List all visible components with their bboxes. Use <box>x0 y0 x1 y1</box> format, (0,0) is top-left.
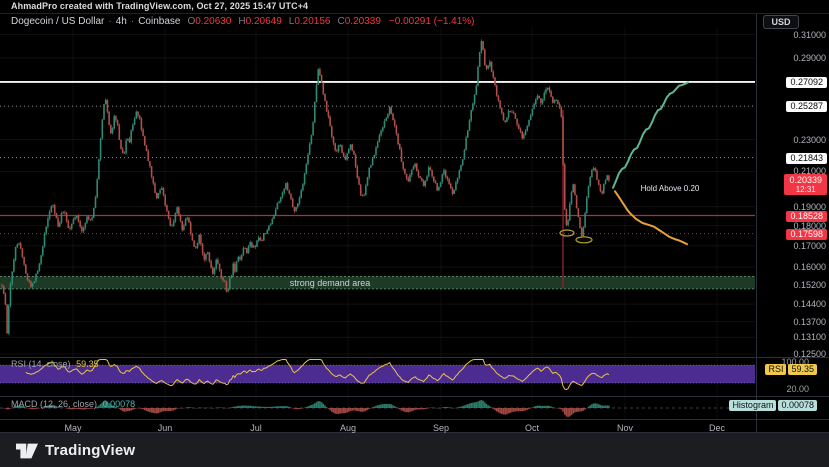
tradingview-logo[interactable]: TradingView <box>16 442 135 459</box>
month-label-oct: Oct <box>524 423 540 433</box>
title-separator: · <box>130 16 135 27</box>
price-alert-badge: 0.18528 <box>786 210 827 222</box>
tradingview-logo-icon <box>16 443 38 458</box>
symbol-info-row: Dogecoin / US Dollar · 4h · Coinbase O0.… <box>11 16 475 27</box>
month-label-sep: Sep <box>432 423 450 433</box>
price-label: 0.13100 <box>793 332 826 343</box>
macd-axis-badges: Histogram 0.00078 <box>729 400 817 411</box>
ohlc-close: C0.20339 <box>337 16 381 27</box>
price-label: 0.14400 <box>793 299 826 310</box>
price-level-badge: 0.21843 <box>786 152 827 164</box>
currency-toggle-button[interactable]: USD <box>763 15 799 29</box>
demand-zone-label: strong demand area <box>289 278 371 288</box>
chart-canvas[interactable] <box>0 0 829 467</box>
price-label: 0.29000 <box>793 53 826 63</box>
rsi-axis-bottom-label: 20.00 <box>786 384 809 394</box>
price-label: 0.23000 <box>793 134 826 145</box>
symbol-title[interactable]: Dogecoin / US Dollar <box>11 16 104 27</box>
price-label: 0.15200 <box>793 280 826 291</box>
price-label: 0.17000 <box>793 240 826 251</box>
rsi-indicator-title[interactable]: RSI (14, close) 59.35 <box>11 359 99 369</box>
macd-title: MACD <box>11 399 38 409</box>
month-label-aug: Aug <box>339 423 357 433</box>
current-price-badge: 0.20339 12:31 <box>784 173 827 195</box>
macd-badge-value: 0.00078 <box>778 400 817 411</box>
rsi-params: (14, close) <box>28 359 71 369</box>
month-label-jul: Jul <box>250 423 262 433</box>
ohlc-open: O0.20630 <box>187 16 232 27</box>
price-label: 0.16000 <box>793 262 826 273</box>
macd-value: 0.00078 <box>102 399 136 409</box>
rsi-badge-value: 59.35 <box>788 364 817 375</box>
price-level-badge: 0.27092 <box>786 76 827 88</box>
time-axis[interactable]: May Jun Jul Aug Sep Oct Nov Dec <box>0 420 757 433</box>
price-label: 0.31000 <box>793 29 826 40</box>
month-label-may: May <box>64 423 82 433</box>
macd-indicator-title[interactable]: MACD (12, 26, close) 0.00078 <box>11 399 135 409</box>
price-level-badge: 0.25287 <box>786 101 827 113</box>
rsi-badge-label: RSI <box>765 364 787 375</box>
macd-badge-label: Histogram <box>729 400 777 411</box>
month-label-nov: Nov <box>616 423 634 433</box>
exchange-label: Coinbase <box>138 16 181 27</box>
interval-label[interactable]: 4h <box>116 16 127 27</box>
price-alert-badge: 0.17598 <box>786 228 827 240</box>
ohlc-low: L0.20156 <box>288 16 331 27</box>
rsi-axis-badges: RSI 59.35 <box>765 364 817 375</box>
tradingview-chart-window: AhmadPro created with TradingView.com, O… <box>0 0 829 467</box>
month-label-jun: Jun <box>157 423 173 433</box>
hold-above-annotation: Hold Above 0.20 <box>640 184 700 193</box>
attribution-bar: AhmadPro created with TradingView.com, O… <box>11 1 309 11</box>
price-change: −0.00291 (−1.41%) <box>388 16 475 27</box>
rsi-value: 59.35 <box>76 359 99 369</box>
footer-bar: TradingView <box>0 433 829 467</box>
macd-params: (12, 26, close) <box>40 399 98 409</box>
tradingview-logo-text: TradingView <box>45 442 136 459</box>
title-separator: · <box>108 16 112 27</box>
month-label-dec: Dec <box>708 423 726 433</box>
price-label: 0.13700 <box>793 316 826 327</box>
ohlc-high: H0.20649 <box>238 16 282 27</box>
rsi-title: RSI <box>11 359 27 369</box>
